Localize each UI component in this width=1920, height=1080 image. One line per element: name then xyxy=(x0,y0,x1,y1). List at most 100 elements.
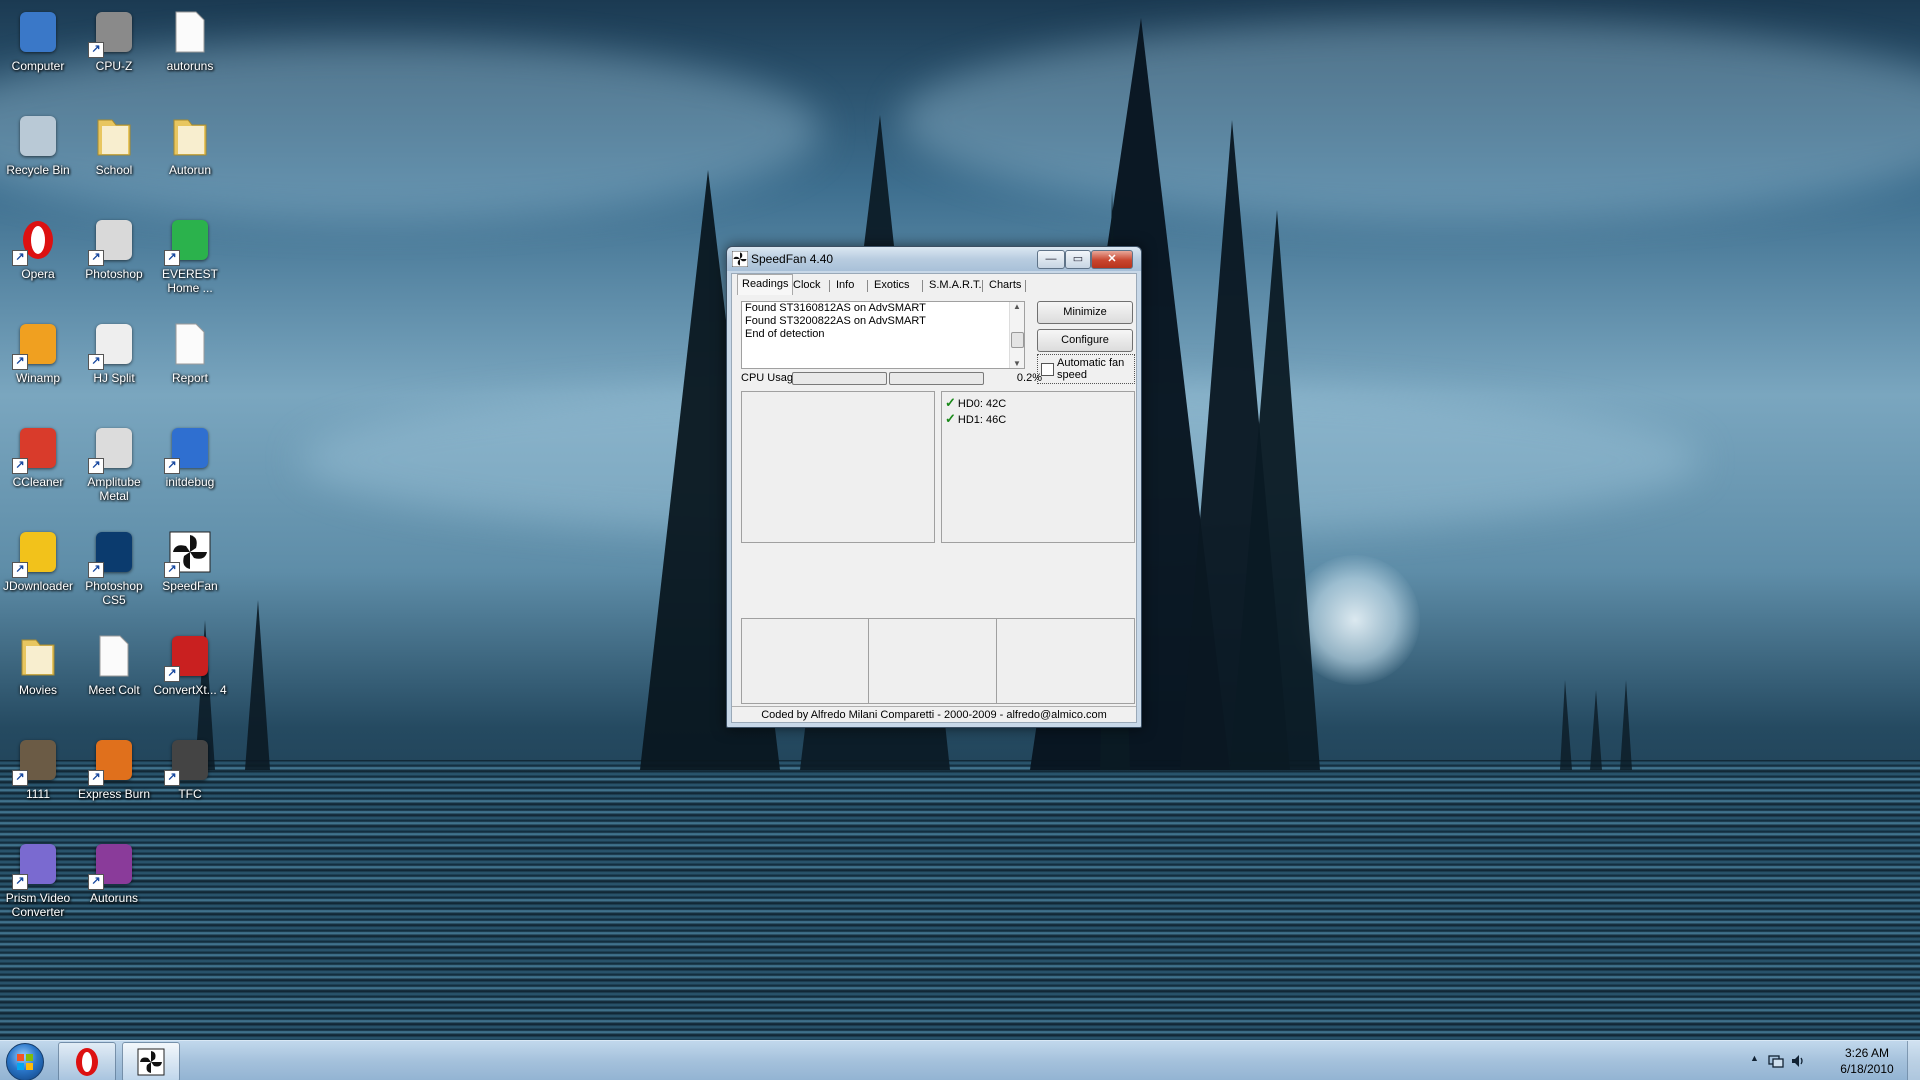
folder-icon xyxy=(166,112,214,160)
windows-logo-icon xyxy=(17,1054,33,1070)
cpu-usage-value: 0.2% xyxy=(1016,372,1042,384)
shortcut-arrow-icon: ↗ xyxy=(164,666,180,682)
desktop-icon[interactable]: Computer xyxy=(0,8,76,73)
desktop-icon[interactable]: ↗ TFC xyxy=(152,736,228,801)
desktop-icon[interactable]: ↗ JDownloader xyxy=(0,528,76,593)
desktop-icon[interactable]: ↗ 1111 xyxy=(0,736,76,801)
show-hidden-icons-arrow-icon[interactable]: ▲ xyxy=(1750,1053,1759,1063)
network-icon[interactable] xyxy=(1768,1053,1784,1069)
show-desktop-button[interactable] xyxy=(1907,1041,1920,1080)
everest-icon: ↗ xyxy=(164,216,214,266)
tab-clock[interactable]: Clock xyxy=(789,276,825,294)
desktop-icon-label: Prism Video Converter xyxy=(5,891,71,919)
desktop-icon[interactable]: ↗ Photoshop CS5 xyxy=(76,528,152,607)
file-icon xyxy=(166,320,214,368)
desktop-icon-label: Photoshop CS5 xyxy=(85,579,143,607)
image-icon: ↗ xyxy=(12,736,62,786)
panel-divider xyxy=(996,619,997,703)
desktop-icon[interactable]: ↗ ConvertXt... 4 xyxy=(152,632,228,697)
desktop-icon[interactable]: ↗ CCleaner xyxy=(0,424,76,489)
desktop-icon[interactable]: ↗ CPU-Z xyxy=(76,8,152,73)
photoshop-shortcut-icon: ↗ xyxy=(88,216,138,266)
fan-icon xyxy=(732,251,748,267)
scroll-up-arrow-icon[interactable]: ▲ xyxy=(1010,302,1024,311)
desktop-icon-label: EVEREST Home ... xyxy=(161,267,218,295)
convertx-icon: ↗ xyxy=(164,632,214,682)
tab-smart[interactable]: S.M.A.R.T. xyxy=(925,276,986,294)
desktop-icon[interactable]: ↗ Opera xyxy=(0,216,76,281)
desktop-icon[interactable]: autoruns xyxy=(152,8,228,73)
log-line: Found ST3200822AS on AdvSMART xyxy=(745,315,926,327)
log-scrollbar[interactable]: ▲ ▼ xyxy=(1009,302,1024,368)
system-tray: ▲ 3:26 AM 6/18/2010 xyxy=(1750,1041,1920,1080)
shortcut-arrow-icon: ↗ xyxy=(88,874,104,890)
configure-button[interactable]: Configure xyxy=(1037,329,1133,352)
clock[interactable]: 3:26 AM 6/18/2010 xyxy=(1832,1045,1902,1077)
tab-separator xyxy=(867,280,868,292)
desktop-icon-label: Autorun xyxy=(168,163,212,177)
shortcut-arrow-icon: ↗ xyxy=(164,458,180,474)
fan-icon: ↗ xyxy=(164,528,214,578)
desktop-icon[interactable]: ↗ Photoshop xyxy=(76,216,152,281)
desktop-icon[interactable]: ↗ HJ Split xyxy=(76,320,152,385)
recycle-bin-icon xyxy=(14,112,62,160)
cpuz-icon: ↗ xyxy=(88,8,138,58)
desktop-icon[interactable]: ↗ Winamp xyxy=(0,320,76,385)
folder-icon xyxy=(90,112,138,160)
desktop-icon-label: HJ Split xyxy=(93,371,135,385)
window-close-button[interactable]: ✕ xyxy=(1091,250,1133,269)
desktop-icon[interactable]: Movies xyxy=(0,632,76,697)
ccleaner-icon: ↗ xyxy=(12,424,62,474)
window-title: SpeedFan 4.40 xyxy=(751,252,834,266)
voltages-panel xyxy=(741,618,1135,704)
speedfan-window[interactable]: SpeedFan 4.40 — ▭ ✕ Readings Clock Info … xyxy=(726,246,1142,728)
desktop-icon[interactable]: Report xyxy=(152,320,228,385)
temp-reading: ✓ HD0: 42C xyxy=(945,395,1006,411)
desktop-icon-label: initdebug xyxy=(165,475,215,489)
clock-time: 3:26 AM xyxy=(1844,1046,1890,1060)
desktop-icon[interactable]: ↗ EVEREST Home ... xyxy=(152,216,228,295)
tab-charts[interactable]: Charts xyxy=(985,276,1025,294)
desktop-icon[interactable]: ↗ Amplitube Metal xyxy=(76,424,152,503)
title-bar[interactable]: SpeedFan 4.40 — ▭ ✕ xyxy=(727,247,1141,271)
scroll-thumb[interactable] xyxy=(1011,332,1024,348)
desktop-icon-label: Opera xyxy=(21,267,55,281)
opera-taskbar-button[interactable] xyxy=(58,1042,116,1080)
tab-separator xyxy=(1025,280,1026,292)
scroll-down-arrow-icon[interactable]: ▼ xyxy=(1010,359,1024,368)
desktop-icon-label: Recycle Bin xyxy=(6,163,70,177)
file-icon xyxy=(166,8,214,56)
automatic-fan-speed-option[interactable]: Automatic fan speed xyxy=(1037,354,1135,384)
automatic-fan-speed-label: Automatic fan speed xyxy=(1057,357,1125,381)
desktop-icon-label: JDownloader xyxy=(2,579,74,593)
tab-readings[interactable]: Readings xyxy=(737,274,794,295)
shortcut-arrow-icon: ↗ xyxy=(164,770,180,786)
detection-log[interactable]: Found ST3160812AS on AdvSMART Found ST32… xyxy=(741,301,1025,369)
desktop-icon-label: Photoshop xyxy=(85,267,143,281)
desktop-icon[interactable]: ↗ Prism Video Converter xyxy=(0,840,76,919)
desktop-icon[interactable]: ↗ initdebug xyxy=(152,424,228,489)
desktop-icon[interactable]: Recycle Bin xyxy=(0,112,76,177)
volume-icon[interactable] xyxy=(1790,1053,1806,1069)
check-icon: ✓ xyxy=(945,395,956,410)
window-minimize-button[interactable]: — xyxy=(1037,250,1065,269)
shortcut-arrow-icon: ↗ xyxy=(12,770,28,786)
minimize-button[interactable]: Minimize xyxy=(1037,301,1133,324)
shortcut-arrow-icon: ↗ xyxy=(12,354,28,370)
trash-can-icon: ↗ xyxy=(164,736,214,786)
speedfan-taskbar-button[interactable] xyxy=(122,1042,180,1080)
desktop-icon[interactable]: Autorun xyxy=(152,112,228,177)
start-button[interactable] xyxy=(6,1043,44,1080)
automatic-fan-speed-checkbox[interactable] xyxy=(1041,363,1054,376)
desktop-icon[interactable]: Meet Colt xyxy=(76,632,152,697)
desktop-icon[interactable]: ↗ SpeedFan xyxy=(152,528,228,593)
archive-icon: ↗ xyxy=(88,840,138,890)
tab-info[interactable]: Info xyxy=(832,276,858,294)
desktop-icon[interactable]: ↗ Autoruns xyxy=(76,840,152,905)
desktop-icon[interactable]: ↗ Express Burn xyxy=(76,736,152,801)
window-client-area: Readings Clock Info Exotics S.M.A.R.T. C… xyxy=(731,273,1137,723)
desktop-icon[interactable]: School xyxy=(76,112,152,177)
tab-exotics[interactable]: Exotics xyxy=(870,276,913,294)
window-maximize-button[interactable]: ▭ xyxy=(1065,250,1091,269)
tab-separator xyxy=(982,280,983,292)
